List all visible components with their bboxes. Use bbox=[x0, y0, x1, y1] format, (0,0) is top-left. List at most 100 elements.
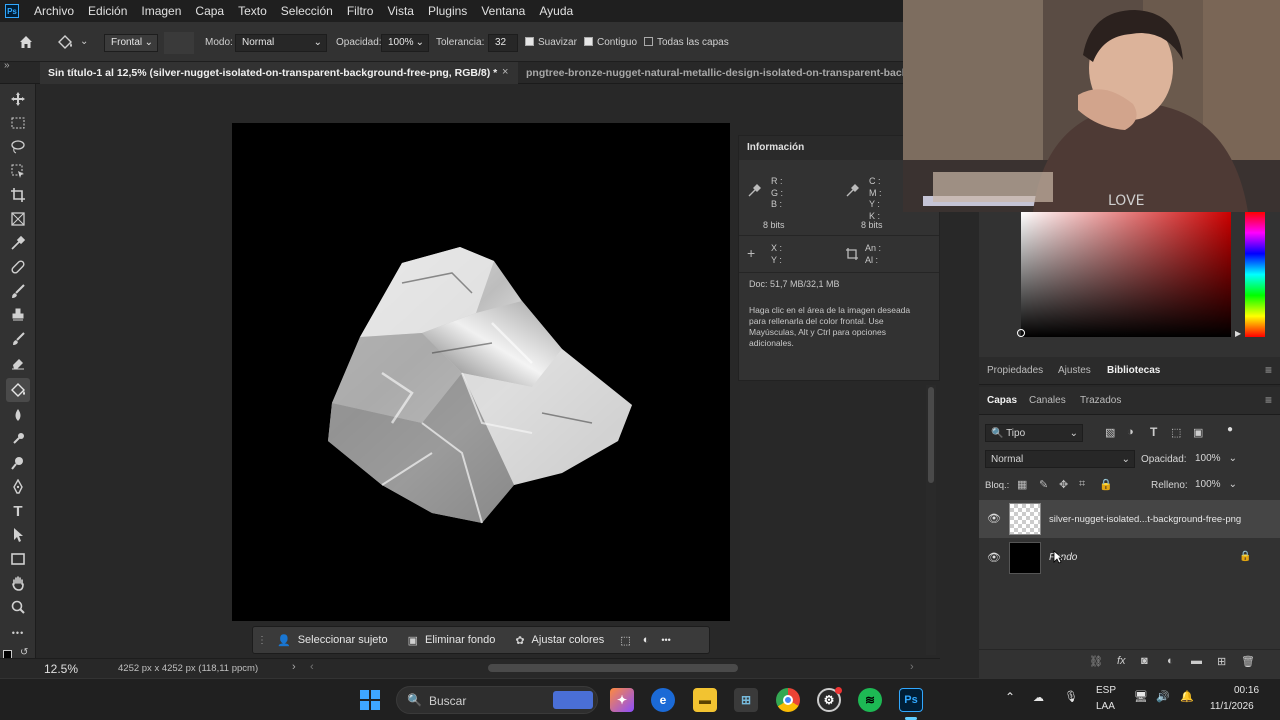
notification-bell-icon[interactable]: 🔔 bbox=[1180, 690, 1194, 703]
type-tool-icon[interactable]: T bbox=[9, 502, 27, 520]
select-subject-button[interactable]: 👤 Seleccionar sujeto bbox=[267, 626, 398, 654]
all-layers-checkbox[interactable]: Todas las capas bbox=[644, 37, 729, 48]
link-layers-icon[interactable]: ⛓ bbox=[1089, 655, 1103, 668]
eye-visibility-icon[interactable]: 👁 bbox=[987, 551, 1001, 564]
more-tools-icon[interactable]: ••• bbox=[9, 624, 27, 642]
transform-icon[interactable]: ⬚ bbox=[614, 626, 636, 654]
filter-adjustment-icon[interactable]: ◑ bbox=[1127, 426, 1134, 438]
marquee-tool-icon[interactable] bbox=[9, 114, 27, 132]
paint-bucket-tool-icon[interactable] bbox=[6, 378, 30, 402]
fill-source-select[interactable]: Frontal ⌄ bbox=[104, 34, 158, 52]
opacity-input[interactable]: 100% ⌄ bbox=[381, 34, 429, 52]
pen-tool-icon[interactable] bbox=[9, 478, 27, 496]
keyboard-layout-indicator[interactable]: LAA bbox=[1096, 701, 1115, 712]
lock-transparent-icon[interactable]: ▦ bbox=[1017, 478, 1027, 491]
taskbar-search-box[interactable]: 🔍 Buscar bbox=[396, 686, 598, 714]
photoshop-taskbar-icon[interactable]: Ps bbox=[899, 688, 923, 712]
layer-filter-select[interactable]: 🔍 Tipo ⌄ bbox=[985, 424, 1083, 442]
add-mask-icon[interactable]: ◙ bbox=[1141, 655, 1148, 667]
menu-ayuda[interactable]: Ayuda bbox=[532, 4, 580, 18]
layer-row[interactable]: 👁 silver-nugget-isolated...t-background-… bbox=[979, 500, 1280, 538]
zoom-level[interactable]: 12.5% bbox=[44, 662, 78, 676]
scrollbar-thumb[interactable] bbox=[928, 387, 934, 483]
tab-paths[interactable]: Trazados bbox=[1080, 395, 1121, 406]
zoom-tool-icon[interactable] bbox=[9, 598, 27, 616]
menu-vista[interactable]: Vista bbox=[380, 4, 420, 18]
hue-slider-handle-icon[interactable]: ▶ bbox=[1235, 329, 1241, 338]
tab-libraries[interactable]: Bibliotecas bbox=[1107, 365, 1160, 376]
blend-mode-select[interactable]: Normal ⌄ bbox=[985, 450, 1135, 468]
lock-pixels-icon[interactable]: ✎ bbox=[1039, 478, 1048, 491]
tab-adjustments[interactable]: Ajustes bbox=[1058, 365, 1091, 376]
eraser-tool-icon[interactable] bbox=[9, 354, 27, 372]
filter-smart-object-icon[interactable]: ▣ bbox=[1193, 426, 1203, 439]
vertical-scrollbar[interactable] bbox=[926, 385, 936, 655]
lasso-tool-icon[interactable] bbox=[9, 138, 27, 156]
adjust-colors-button[interactable]: ✿ Ajustar colores bbox=[505, 626, 614, 654]
frame-tool-icon[interactable] bbox=[9, 210, 27, 228]
chevron-up-icon[interactable]: ⌃ bbox=[1005, 690, 1015, 704]
object-select-tool-icon[interactable] bbox=[9, 162, 27, 180]
clock-date[interactable]: 11/1/2026 bbox=[1210, 701, 1254, 712]
onedrive-icon[interactable]: ☁ bbox=[1033, 691, 1044, 704]
tab-document-2[interactable]: pngtree-bronze-nugget-natural-metallic-d… bbox=[518, 62, 905, 84]
eye-visibility-icon[interactable]: 👁 bbox=[987, 512, 1001, 525]
filter-toggle-icon[interactable]: ● bbox=[1227, 424, 1233, 435]
more-options-button[interactable]: ••• bbox=[655, 626, 676, 654]
panel-menu-icon[interactable]: ≡ bbox=[1265, 363, 1272, 377]
volume-icon[interactable]: 🔊 bbox=[1156, 690, 1170, 703]
filter-type-icon[interactable]: T bbox=[1150, 425, 1157, 439]
blur-tool-icon[interactable] bbox=[9, 406, 27, 424]
menu-plugins[interactable]: Plugins bbox=[421, 4, 474, 18]
layer-name[interactable]: silver-nugget-isolated...t-background-fr… bbox=[1049, 514, 1241, 525]
paint-bucket-tool-icon[interactable] bbox=[56, 34, 74, 50]
clock-time[interactable]: 00:16 bbox=[1234, 685, 1259, 696]
rectangle-tool-icon[interactable] bbox=[9, 550, 27, 568]
menu-imagen[interactable]: Imagen bbox=[134, 4, 188, 18]
path-selection-tool-icon[interactable] bbox=[9, 526, 27, 544]
menu-texto[interactable]: Texto bbox=[231, 4, 274, 18]
filter-shape-icon[interactable]: ⬚ bbox=[1171, 426, 1181, 439]
menu-capa[interactable]: Capa bbox=[188, 4, 231, 18]
trash-icon[interactable]: 🗑 bbox=[1241, 655, 1255, 668]
color-picker-handle[interactable] bbox=[1017, 329, 1025, 337]
microsoft-store-icon[interactable]: ⊞ bbox=[734, 688, 758, 712]
mode-select[interactable]: Normal ⌄ bbox=[235, 34, 327, 52]
brush-tool-icon[interactable] bbox=[9, 282, 27, 300]
tab-properties[interactable]: Propiedades bbox=[987, 365, 1043, 376]
smooth-checkbox[interactable]: Suavizar bbox=[525, 37, 577, 48]
layers-menu-icon[interactable]: ≡ bbox=[1265, 393, 1272, 407]
contiguous-checkbox[interactable]: Contiguo bbox=[584, 37, 637, 48]
fx-icon[interactable]: fx bbox=[1117, 655, 1126, 667]
drag-handle-icon[interactable]: ⋮ bbox=[257, 635, 267, 646]
lock-position-icon[interactable]: ✥ bbox=[1059, 478, 1068, 491]
network-icon[interactable]: 🖥 bbox=[1134, 690, 1148, 703]
home-icon[interactable] bbox=[18, 34, 34, 50]
scroll-right-icon[interactable]: › bbox=[910, 661, 914, 673]
copilot-icon[interactable]: ✦ bbox=[610, 688, 634, 712]
lock-all-icon[interactable]: 🔒 bbox=[1099, 478, 1113, 491]
clone-stamp-tool-icon[interactable] bbox=[9, 306, 27, 324]
remove-background-button[interactable]: ▣ Eliminar fondo bbox=[398, 626, 506, 654]
tab-channels[interactable]: Canales bbox=[1029, 395, 1066, 406]
chevron-right-icon[interactable]: › bbox=[292, 661, 296, 673]
language-indicator[interactable]: ESP bbox=[1096, 685, 1116, 696]
chrome-icon[interactable] bbox=[776, 688, 800, 712]
tab-document-active[interactable]: Sin título-1 al 12,5% (silver-nugget-iso… bbox=[40, 62, 518, 84]
color-field[interactable] bbox=[1017, 212, 1231, 337]
swap-colors-icon[interactable]: ↺ bbox=[20, 647, 28, 658]
dodge-tool-icon[interactable] bbox=[9, 430, 27, 448]
zoom-smudge-tool-icon[interactable] bbox=[9, 454, 27, 472]
tab-layers[interactable]: Capas bbox=[987, 395, 1017, 406]
menu-filtro[interactable]: Filtro bbox=[340, 4, 381, 18]
menu-ventana[interactable]: Ventana bbox=[474, 4, 532, 18]
horizontal-scrollbar-thumb[interactable] bbox=[488, 664, 738, 672]
edge-browser-icon[interactable]: e bbox=[651, 688, 675, 712]
adjustment-layer-icon[interactable]: ◐ bbox=[1167, 655, 1174, 667]
collapse-icon[interactable]: » bbox=[4, 60, 10, 71]
document-canvas[interactable] bbox=[232, 123, 730, 621]
spotify-icon[interactable]: ≋ bbox=[858, 688, 882, 712]
hue-slider[interactable] bbox=[1245, 212, 1265, 337]
menu-edicion[interactable]: Edición bbox=[81, 4, 134, 18]
chevron-down-icon[interactable]: ⌄ bbox=[80, 36, 88, 47]
